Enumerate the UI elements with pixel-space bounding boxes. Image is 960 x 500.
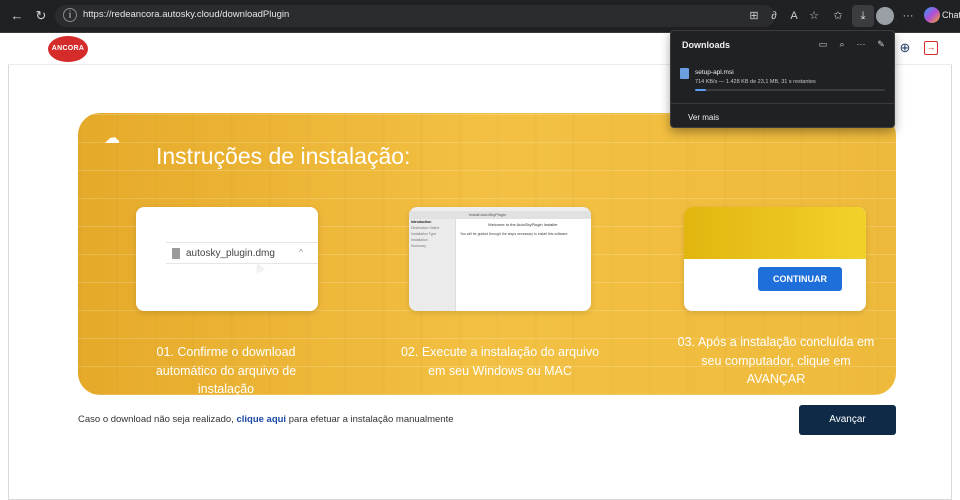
copilot-icon[interactable] [924,7,940,23]
downloads-panel: Downloads ▭ ⌕ ··· ✎ setup-apl.msi 714 KB… [670,30,895,128]
installer-body: Welcome to the AutoSkyPlugin Installer Y… [455,219,591,311]
installer-text: You will be guided through the steps nec… [460,232,569,236]
downloads-title: Downloads [682,40,731,50]
download-progress [695,89,885,91]
installer-window: Install AutoSkyPlugin Introduction Desti… [409,211,591,311]
installer-welcome: Welcome to the AutoSkyPlugin Installer [488,222,558,227]
favorites-bar-icon[interactable]: ✩ [830,8,846,24]
banner-title: Instruções de instalação: [156,143,411,169]
download-status: 714 KB/s — 1.428 KB de 23,1 MB, 31 s res… [695,79,816,85]
installer-step: Summary [411,244,426,248]
download-file-name[interactable]: setup-apl.msi [695,69,734,76]
more-options-icon[interactable]: ··· [855,38,867,50]
pin-icon[interactable]: ✎ [875,38,887,50]
msi-file-icon [680,68,689,79]
ancora-logo[interactable]: ANCORA [48,36,88,62]
url-text: https://redeancora.autosky.cloud/downloa… [83,9,290,20]
read-aloud-icon[interactable]: ∂ [766,8,782,24]
chevron-up-icon: ^ [299,248,303,257]
refresh-icon[interactable]: ↻ [32,7,50,25]
installer-sidebar: Introduction Destination Select Installa… [409,219,455,311]
download-bar: autosky_plugin.dmg ^ [166,242,318,264]
step-2-card: Install AutoSkyPlugin Introduction Desti… [409,207,591,311]
apps-icon[interactable]: ⊞ [746,8,762,24]
installer-titlebar: Install AutoSkyPlugin [409,211,591,219]
downloads-icon[interactable]: ⤓ [852,5,874,27]
step-3-card: CONTINUAR [684,207,866,311]
see-more-link[interactable]: Ver mais [688,113,719,122]
search-icon[interactable]: ⌕ [836,38,848,50]
address-bar[interactable]: i https://redeancora.autosky.cloud/downl… [55,5,775,27]
card3-header [684,207,866,259]
logout-icon[interactable]: → [924,41,938,55]
file-icon [172,248,180,259]
divider [671,103,894,104]
step-1-card: autosky_plugin.dmg ^ [136,207,318,311]
note-prefix: Caso o download não seja realizado, [78,414,237,425]
back-icon[interactable]: ← [8,7,26,25]
step-1-text: 01. Confirme o download automático do ar… [155,345,297,395]
browser-toolbar: ← ↻ i https://redeancora.autosky.cloud/d… [0,0,960,33]
site-info-icon[interactable]: i [63,8,77,22]
favorite-icon[interactable]: ☆ [806,8,822,24]
copilot-label[interactable]: Chat [942,10,960,20]
step-2-text: 02. Execute a instalação do arquivo em s… [400,345,600,378]
installer-title: Install AutoSkyPlugin [469,212,507,217]
note-suffix: para efetuar a instalação manualmente [286,414,454,425]
instructions-banner: ☁ Instruções de instalação: autosky_plug… [78,113,896,395]
next-button[interactable]: Avançar [799,405,896,435]
folder-icon[interactable]: ▭ [817,38,829,50]
manual-install-link[interactable]: clique aqui [236,414,286,425]
text-size-icon[interactable]: A [786,8,802,24]
cloud-download-icon: ☁ [104,130,120,147]
download-progress-fill [695,89,707,91]
manual-install-note: Caso o download não seja realizado, cliq… [78,414,454,425]
download-file-name: autosky_plugin.dmg [186,248,275,259]
step-3-text: 03. Após a instalação concluída em seu c… [677,335,875,386]
more-icon[interactable]: ··· [900,8,916,24]
globe-icon[interactable]: ⊕ [898,41,912,55]
continuar-button-preview: CONTINUAR [758,267,842,291]
profile-icon[interactable] [876,7,894,25]
